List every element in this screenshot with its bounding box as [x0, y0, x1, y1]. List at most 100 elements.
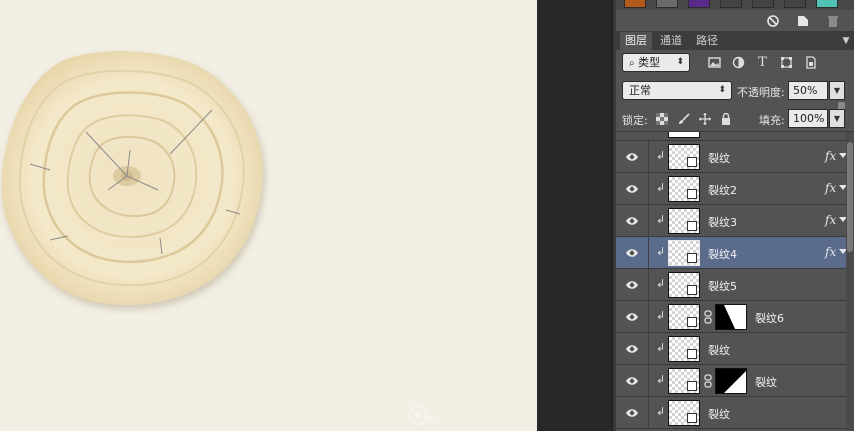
row-divider: [648, 301, 649, 333]
visibility-eye-icon[interactable]: [625, 215, 639, 227]
layer-row-partial[interactable]: [616, 132, 846, 141]
vector-mask-icon: [687, 285, 697, 295]
blend-mode-value: 正常: [629, 84, 651, 97]
vector-mask-icon: [687, 253, 697, 263]
new-layer-icon[interactable]: [796, 14, 810, 28]
lock-all-icon[interactable]: [720, 113, 732, 125]
swatch-orange[interactable]: [624, 0, 646, 8]
visibility-eye-icon[interactable]: [625, 343, 639, 355]
fill-input[interactable]: 100%: [788, 109, 828, 128]
layer-name[interactable]: 裂纹5: [708, 278, 737, 294]
fill-dropdown-button[interactable]: ▼: [829, 109, 845, 128]
clipping-arrow-icon: ↲: [656, 341, 666, 354]
row-divider: [648, 333, 649, 365]
layer-name[interactable]: 裂纹: [708, 150, 730, 166]
layer-row[interactable]: ↲ 裂纹4 fx: [616, 237, 846, 269]
layers-list[interactable]: ↲ 裂纹 fx ↲ 裂纹2 fx ↲ 裂纹3 fx ↲ 裂纹4 fx ↲ 裂纹5 ↲ 裂纹6 ↲ 裂纹 ↲ 裂纹 ↲ 裂纹: [616, 132, 846, 431]
lock-transparent-icon[interactable]: [656, 113, 668, 125]
swatch-dark[interactable]: [720, 0, 742, 8]
visibility-eye-icon[interactable]: [625, 407, 639, 419]
adjustment-filter-icon[interactable]: [732, 56, 745, 69]
no-entry-icon[interactable]: [766, 14, 780, 28]
swatch-gray[interactable]: [656, 0, 678, 8]
type-filter-icon[interactable]: T: [756, 56, 769, 69]
layer-effects-icon[interactable]: fx: [825, 149, 836, 163]
tab-paths[interactable]: 路径: [691, 32, 723, 50]
layer-effects-icon[interactable]: fx: [825, 213, 836, 227]
layer-thumbnail[interactable]: [668, 304, 700, 330]
layer-name[interactable]: 裂纹6: [755, 310, 784, 326]
layer-mask-thumbnail[interactable]: [715, 304, 747, 330]
row-divider: [648, 205, 649, 237]
layer-mask-thumbnail[interactable]: [715, 368, 747, 394]
visibility-eye-icon[interactable]: [625, 151, 639, 163]
layer-row[interactable]: ↲ 裂纹5: [616, 269, 846, 301]
layer-row[interactable]: ↲ 裂纹: [616, 333, 846, 365]
layer-thumbnail[interactable]: [668, 208, 700, 234]
layer-thumbnail[interactable]: [668, 176, 700, 202]
layer-thumbnail[interactable]: [668, 336, 700, 362]
layer-thumbnail[interactable]: [668, 240, 700, 266]
lock-move-icon[interactable]: [699, 113, 711, 125]
opacity-input[interactable]: 50%: [788, 81, 828, 100]
trash-icon[interactable]: [826, 14, 840, 28]
visibility-eye-icon[interactable]: [625, 279, 639, 291]
layer-effects-icon[interactable]: fx: [825, 181, 836, 195]
mask-link-icon[interactable]: [704, 310, 712, 324]
visibility-eye-icon[interactable]: [625, 311, 639, 323]
layer-thumbnail[interactable]: [668, 400, 700, 426]
layer-name[interactable]: 裂纹: [708, 342, 730, 358]
stepper-arrows-icon: ⬍: [676, 57, 684, 67]
layers-scrollbar[interactable]: [846, 132, 854, 431]
lock-label: 锁定:: [622, 114, 648, 127]
layer-name[interactable]: 裂纹: [708, 406, 730, 422]
smart-object-filter-icon[interactable]: [804, 56, 817, 69]
layer-row[interactable]: ↲ 裂纹: [616, 365, 846, 397]
layer-name[interactable]: 裂纹4: [708, 246, 737, 262]
layer-effects-icon[interactable]: fx: [825, 245, 836, 259]
lock-paint-icon[interactable]: [678, 113, 690, 125]
search-icon: ⌕: [629, 58, 635, 69]
image-filter-icon[interactable]: [708, 56, 721, 69]
layer-name[interactable]: 裂纹: [755, 374, 777, 390]
shape-filter-icon[interactable]: [780, 56, 793, 69]
tab-channels[interactable]: 通道: [655, 32, 687, 50]
mask-link-icon[interactable]: [704, 374, 712, 388]
expand-effects-icon[interactable]: [839, 217, 846, 222]
vector-mask-icon: [687, 157, 697, 167]
panel-menu-icon[interactable]: ▼: [838, 32, 854, 50]
layer-thumbnail[interactable]: [668, 272, 700, 298]
layer-name[interactable]: 裂纹2: [708, 182, 737, 198]
layers-scrollbar-thumb[interactable]: [847, 142, 853, 252]
swatch-dark-2[interactable]: [752, 0, 774, 8]
swatch-dark-3[interactable]: [784, 0, 806, 8]
tab-layers[interactable]: 图层: [620, 32, 652, 50]
vector-mask-icon: [687, 189, 697, 199]
clipping-arrow-icon: ↲: [656, 373, 666, 386]
layer-row[interactable]: ↲ 裂纹2 fx: [616, 173, 846, 205]
filter-type-select[interactable]: ⌕ 类型 ⬍: [622, 53, 690, 72]
swatch-strip: [616, 0, 854, 10]
layer-row[interactable]: ↲ 裂纹: [616, 397, 846, 429]
expand-effects-icon[interactable]: [839, 185, 846, 190]
layer-row[interactable]: ↲ 裂纹3 fx: [616, 205, 846, 237]
visibility-eye-icon[interactable]: [625, 247, 639, 259]
layer-name[interactable]: 裂纹3: [708, 214, 737, 230]
expand-effects-icon[interactable]: [839, 249, 846, 254]
visibility-eye-icon[interactable]: [625, 375, 639, 387]
clipping-arrow-icon: ↲: [656, 181, 666, 194]
clipping-arrow-icon: ↲: [656, 277, 666, 290]
layer-row[interactable]: ↲ 裂纹 fx: [616, 141, 846, 173]
document-canvas[interactable]: [0, 0, 537, 431]
expand-effects-icon[interactable]: [839, 153, 846, 158]
blend-mode-select[interactable]: 正常 ⬍: [622, 81, 732, 100]
layer-row[interactable]: ↲ 裂纹6: [616, 301, 846, 333]
row-divider: [648, 141, 649, 173]
layer-thumbnail[interactable]: [668, 368, 700, 394]
swatch-teal[interactable]: [816, 0, 838, 8]
layer-thumbnail[interactable]: [668, 144, 700, 170]
visibility-eye-icon[interactable]: [625, 183, 639, 195]
opacity-dropdown-button[interactable]: ▼: [829, 81, 845, 100]
filter-type-label: 类型: [638, 56, 661, 69]
swatch-purple[interactable]: [688, 0, 710, 8]
